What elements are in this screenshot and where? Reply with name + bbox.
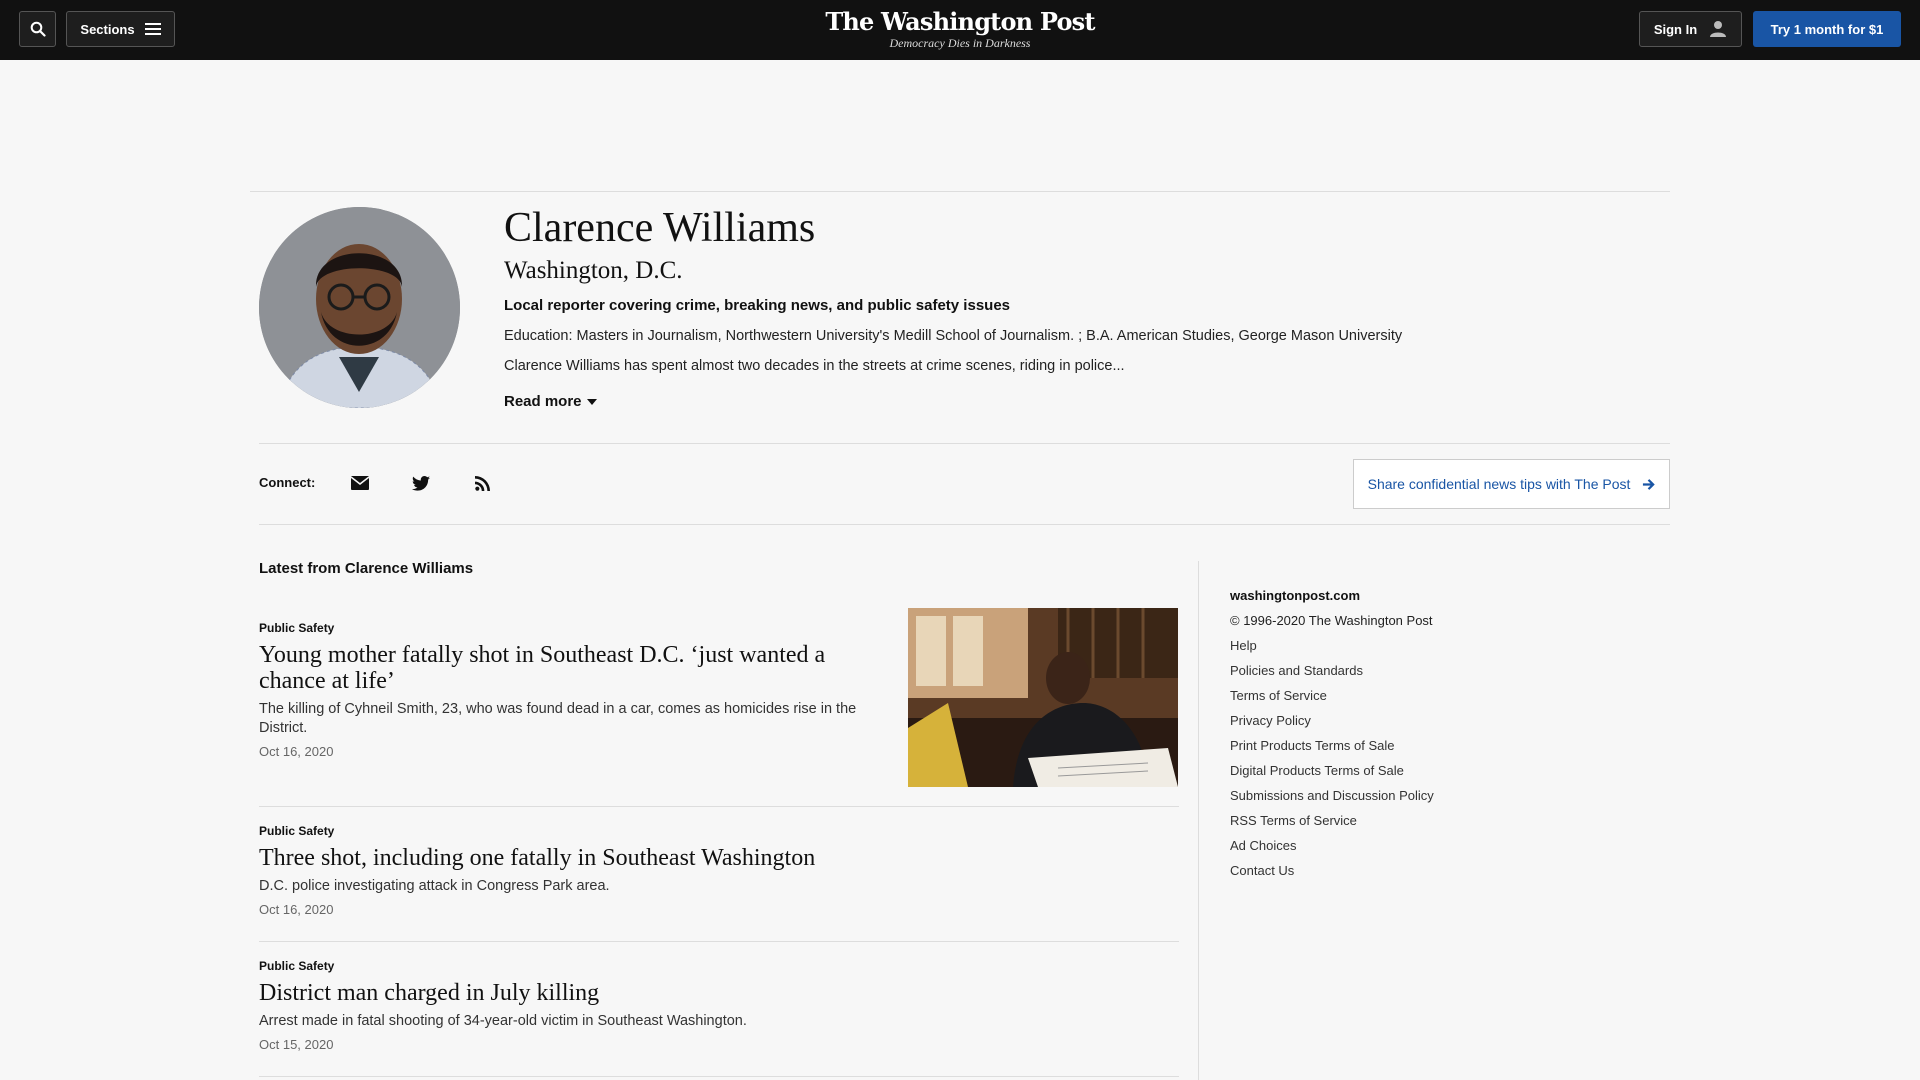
read-more-button[interactable]: Read more — [504, 392, 597, 412]
sign-in-button[interactable]: Sign In — [1639, 11, 1742, 47]
author-education: Education: Masters in Journalism, Northw… — [504, 328, 1403, 344]
rss-link[interactable] — [470, 471, 494, 495]
twitter-icon — [412, 475, 430, 491]
footer-link-digital-terms[interactable]: Digital Products Terms of Sale — [1230, 763, 1434, 779]
footer-link-contact[interactable]: Contact Us — [1230, 863, 1434, 879]
ad-area-divider — [250, 191, 1670, 192]
top-navigation-bar: Sections The Washington Post Democracy D… — [0, 0, 1920, 60]
story-item: Public Safety Three shot, including one … — [259, 823, 1179, 918]
story-date: Oct 16, 2020 — [259, 744, 334, 759]
story-thumbnail[interactable] — [908, 608, 1178, 787]
profile-divider — [259, 443, 1670, 444]
story-headline[interactable]: Young mother fatally shot in Southeast D… — [259, 642, 859, 694]
read-more-label: Read more — [504, 393, 582, 410]
footer-link-policies[interactable]: Policies and Standards — [1230, 663, 1434, 679]
sidebar-divider — [1198, 561, 1199, 1080]
author-name: Clarence Williams — [504, 205, 816, 251]
sidebar-footer-links: washingtonpost.com © 1996-2020 The Washi… — [1230, 588, 1434, 888]
footer-link-print-terms[interactable]: Print Products Terms of Sale — [1230, 738, 1434, 754]
story-date: Oct 16, 2020 — [259, 902, 334, 917]
story-blurb: The killing of Cyhneil Smith, 23, who wa… — [259, 701, 857, 736]
story-blurb: D.C. police investigating attack in Cong… — [259, 878, 610, 894]
footer-link-submissions[interactable]: Submissions and Discussion Policy — [1230, 788, 1434, 804]
masthead-logo[interactable]: The Washington Post Democracy Dies in Da… — [760, 7, 1160, 51]
story-headline[interactable]: District man charged in July killing — [259, 980, 1179, 1006]
rss-icon — [474, 475, 490, 491]
copyright-notice: © 1996-2020 The Washington Post — [1230, 613, 1433, 628]
email-icon — [351, 476, 369, 490]
masthead-tagline: Democracy Dies in Darkness — [889, 36, 1031, 50]
story-divider — [259, 1076, 1179, 1077]
story-date: Oct 15, 2020 — [259, 1037, 334, 1052]
story-divider — [259, 806, 1179, 807]
connect-label: Connect: — [259, 475, 316, 490]
story-item: Public Safety District man charged in Ju… — [259, 958, 1179, 1053]
search-button[interactable] — [19, 11, 56, 47]
story-blurb: Arrest made in fatal shooting of 34-year… — [259, 1013, 747, 1029]
footer-link-terms[interactable]: Terms of Service — [1230, 688, 1434, 704]
story-item: Public Safety Young mother fatally shot … — [259, 620, 859, 760]
sign-in-label: Sign In — [1653, 21, 1698, 37]
latest-section-title: Latest from Clarence Williams — [259, 560, 474, 577]
footer-link-ad-choices[interactable]: Ad Choices — [1230, 838, 1434, 854]
user-icon — [1710, 21, 1727, 37]
twitter-link[interactable] — [409, 471, 433, 495]
story-kicker[interactable]: Public Safety — [259, 620, 859, 636]
connect-divider — [259, 524, 1670, 525]
author-bio-excerpt: Clarence Williams has spent almost two d… — [504, 358, 1125, 374]
footer-link-privacy[interactable]: Privacy Policy — [1230, 713, 1434, 729]
story-kicker[interactable]: Public Safety — [259, 823, 1179, 839]
arrow-right-icon — [1643, 478, 1656, 490]
sections-label: Sections — [80, 21, 135, 37]
masthead-title: The Washington Post — [825, 7, 1095, 36]
footer-link-rss-terms[interactable]: RSS Terms of Service — [1230, 813, 1434, 829]
sections-menu-button[interactable]: Sections — [66, 11, 175, 47]
author-location: Washington, D.C. — [504, 257, 683, 284]
footer-link-help[interactable]: Help — [1230, 638, 1434, 654]
subscribe-trial-button[interactable]: Try 1 month for $1 — [1753, 11, 1901, 47]
author-role: Local reporter covering crime, breaking … — [504, 297, 1011, 314]
hamburger-icon — [144, 23, 161, 35]
search-icon — [30, 21, 46, 37]
news-tips-label: Share confidential news tips with The Po… — [1367, 476, 1631, 492]
story-kicker[interactable]: Public Safety — [259, 958, 1179, 974]
site-domain: washingtonpost.com — [1230, 588, 1360, 603]
story-headline[interactable]: Three shot, including one fatally in Sou… — [259, 845, 1179, 871]
caret-down-icon — [586, 399, 597, 405]
email-link[interactable] — [348, 471, 372, 495]
author-avatar — [259, 207, 460, 408]
story-divider — [259, 941, 1179, 942]
news-tips-button[interactable]: Share confidential news tips with The Po… — [1353, 459, 1670, 509]
